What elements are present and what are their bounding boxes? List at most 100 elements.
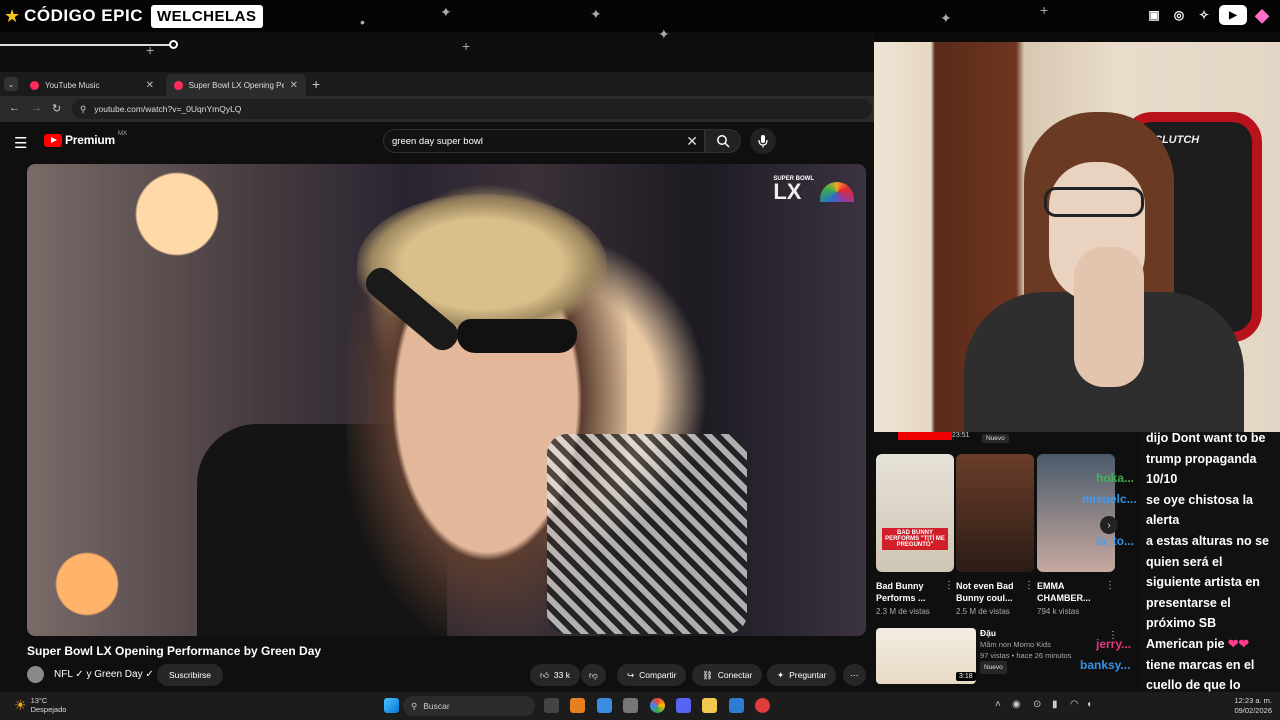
super-bowl-badge: SUPER BOWL LX — [773, 176, 854, 203]
logo-text: Premium — [65, 133, 115, 147]
next-arrow-button[interactable]: › — [1100, 516, 1118, 534]
search-icon: ⚲ — [411, 700, 418, 711]
thumbnail-caption: BAD BUNNY PERFORMS "TITÍ ME PREGUNTÓ" — [882, 528, 948, 550]
new-badge: Nuevo — [982, 434, 1009, 443]
more-actions-button[interactable]: ⋯ — [843, 664, 866, 686]
short-title[interactable]: Not even Bad Bunny coul... — [956, 580, 1022, 604]
social-links: ▣ ◎ ✧ ▶ ◆ — [1144, 5, 1272, 25]
logo-country: MX — [117, 131, 127, 137]
short-card[interactable]: Not even Bad Bunny coul... 2.5 M de vist… — [956, 454, 1034, 616]
channel-name-tag: WELCHELAS — [151, 4, 263, 28]
discord-icon[interactable] — [676, 698, 691, 713]
clock[interactable]: 12:23 a. m. 09/02/2026 — [1234, 696, 1272, 716]
taskbar-search-label: Buscar — [423, 701, 450, 711]
sparkle-icon: ✦ — [940, 10, 952, 26]
chat-username: jerry... — [1096, 637, 1132, 651]
heart-emote-icon: ❤❤ — [1228, 636, 1249, 651]
chat-line: tiene marcas en el — [1146, 657, 1255, 672]
youtube-premium-logo[interactable]: Premium MX — [44, 131, 127, 147]
recording-app-icon[interactable] — [755, 698, 770, 713]
date: 09/02/2026 — [1234, 706, 1272, 715]
avatar[interactable] — [27, 666, 44, 683]
tab-super-bowl[interactable]: Super Bowl LX Opening Perform ✕ — [166, 74, 306, 96]
video-scene — [547, 434, 747, 634]
chevron-up-icon[interactable]: ˄ — [995, 699, 1001, 710]
new-tab-button[interactable]: + — [312, 76, 320, 92]
temperature: 13°C — [30, 696, 48, 705]
channel-name: Mầm non Momo Kids — [980, 640, 1051, 649]
video-player[interactable]: SUPER BOWL LX — [27, 164, 866, 636]
subscribe-button[interactable]: Suscribirse — [157, 664, 224, 686]
share-button[interactable]: ↪ Compartir — [617, 664, 687, 686]
video-title[interactable]: Đậu — [980, 628, 1071, 639]
weather-widget[interactable]: ☀ 13°C Despejado — [14, 696, 66, 714]
sparkle-icon: + — [1040, 2, 1049, 18]
chat-line: quien será el — [1146, 554, 1223, 569]
chat-line: dijo Dont want to be — [1146, 432, 1266, 445]
close-icon[interactable]: ✕ — [146, 80, 154, 91]
clear-search-icon[interactable]: ✕ — [686, 133, 698, 150]
tab-youtube-music[interactable]: YouTube Music ✕ — [22, 74, 162, 96]
site-info-icon[interactable]: ⚲ — [80, 104, 86, 115]
copilot-icon[interactable] — [597, 698, 612, 713]
short-title[interactable]: Bad Bunny Performs ... — [876, 580, 942, 604]
menu-icon[interactable]: ☰ — [14, 134, 27, 152]
chrome-icon[interactable] — [650, 698, 665, 713]
windows-taskbar: ☀ 13°C Despejado ⚲ Buscar ˄ ◉ ⊙ ▮ ◠ ◖ 12… — [0, 692, 1280, 720]
youtube-logo-icon — [44, 133, 62, 147]
star-icon: ★ — [4, 6, 21, 26]
weather-icon: ☀ — [14, 696, 27, 713]
ask-button[interactable]: ✦ Preguntar — [767, 664, 837, 686]
short-views: 2.3 M de vistas — [876, 607, 930, 616]
forward-icon[interactable]: → — [31, 102, 42, 114]
short-card[interactable]: BAD BUNNY PERFORMS "TITÍ ME PREGUNTÓ" Ba… — [876, 454, 954, 616]
previous-video-strip: 23:51 Nuevo — [874, 432, 1140, 448]
connect-button[interactable]: ⛓ Conectar — [692, 664, 763, 686]
mail-icon[interactable] — [729, 698, 744, 713]
reload-icon[interactable]: ↻ — [52, 102, 61, 115]
brand-text: CÓDIGO EPIC — [24, 6, 143, 25]
watch-progress — [898, 432, 952, 440]
new-badge: Nuevo — [980, 661, 1007, 674]
chat-line: 10/10 — [1146, 472, 1178, 487]
microphone-icon — [758, 135, 768, 148]
chat-line: próximo SB — [1146, 616, 1217, 631]
app-icon[interactable] — [570, 698, 585, 713]
tab-search-button[interactable]: ⌄ — [4, 77, 18, 91]
search-input[interactable]: green day super bowl ✕ — [383, 129, 705, 153]
youtube-icon[interactable]: ▶ — [1219, 5, 1247, 25]
search-button[interactable] — [705, 129, 741, 153]
more-icon[interactable]: ⋮ — [944, 580, 954, 591]
voice-search-button[interactable] — [750, 128, 776, 154]
short-thumbnail[interactable]: BAD BUNNY PERFORMS "TITÍ ME PREGUNTÓ" — [876, 454, 954, 572]
microphone-icon[interactable]: ▮ — [1052, 699, 1058, 710]
wifi-icon[interactable]: ◠ — [1070, 699, 1079, 710]
settings-icon[interactable] — [623, 698, 638, 713]
like-button[interactable]: 👍︎ 33 k — [530, 664, 580, 686]
instagram-icon[interactable]: ◎ — [1169, 5, 1189, 25]
share-icon: ↪ — [627, 669, 635, 680]
start-icon[interactable] — [384, 698, 399, 713]
back-icon[interactable]: ← — [9, 102, 20, 114]
sparkle-icon: ✦ — [777, 669, 785, 680]
chat-line: siguiente artista en — [1146, 575, 1260, 590]
short-title[interactable]: EMMA CHAMBER... — [1037, 580, 1103, 604]
file-explorer-icon[interactable] — [702, 698, 717, 713]
chat-username: misuelc... — [1082, 492, 1137, 506]
more-icon[interactable]: ⋮ — [1024, 580, 1034, 591]
close-icon[interactable]: ✕ — [290, 80, 298, 91]
channel-row: NFL ✓ y Green Day ✓ Suscribirse 👍︎ 33 k … — [27, 664, 867, 690]
twitch-icon[interactable]: ▣ — [1144, 5, 1164, 25]
twitter-icon[interactable]: ✧ — [1194, 5, 1214, 25]
dislike-button[interactable]: 👎︎ — [581, 664, 606, 686]
short-views: 794 k vistas — [1037, 607, 1080, 616]
url-field[interactable]: ⚲ youtube.com/watch?v=_0UqnYmQyLQ — [72, 99, 872, 119]
taskbar-search[interactable]: ⚲ Buscar — [403, 696, 535, 716]
short-thumbnail[interactable] — [956, 454, 1034, 572]
app-tray-icon[interactable]: ◉ — [1012, 699, 1021, 710]
channel-name[interactable]: NFL ✓ y Green Day ✓ — [54, 669, 154, 680]
task-view-icon[interactable] — [544, 698, 559, 713]
more-icon[interactable]: ⋮ — [1105, 580, 1115, 591]
volume-icon[interactable]: ◖ — [1086, 699, 1092, 710]
tray-icon[interactable]: ⊙ — [1033, 699, 1041, 710]
